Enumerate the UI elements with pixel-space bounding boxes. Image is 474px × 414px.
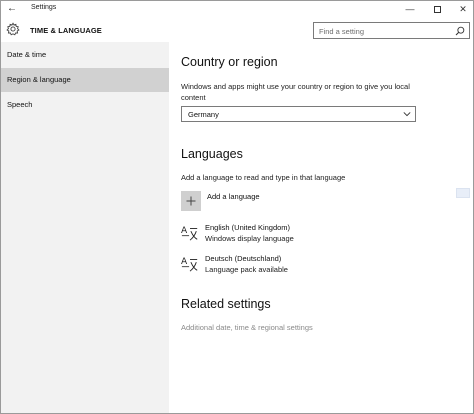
language-name: English (United Kingdom)	[205, 223, 291, 232]
back-arrow-icon[interactable]: ←	[5, 3, 19, 15]
sidebar-item-date-time[interactable]: Date & time	[1, 43, 169, 67]
add-language-label: Add a language	[207, 192, 260, 201]
sidebar-item-speech[interactable]: Speech	[1, 93, 169, 117]
language-item-deutsch[interactable]: A Deutsch (Deutschland) Language pack av…	[181, 253, 381, 277]
languages-heading: Languages	[181, 147, 243, 161]
svg-text:A: A	[181, 226, 188, 236]
add-language-button[interactable]: Add a language	[181, 190, 301, 212]
page-title: TIME & LANGUAGE	[30, 26, 102, 35]
sidebar-item-region-language[interactable]: Region & language	[1, 68, 169, 92]
settings-header: TIME & LANGUAGE Find a setting	[1, 17, 473, 42]
window-title: Settings	[31, 4, 57, 11]
language-item-english[interactable]: A English (United Kingdom) Windows displ…	[181, 222, 381, 246]
minimize-button[interactable]: —	[397, 2, 423, 16]
svg-text:A: A	[181, 257, 188, 267]
language-glyph-icon: A	[181, 257, 198, 272]
language-status: Language pack available	[205, 265, 288, 274]
chevron-down-icon	[403, 112, 411, 117]
country-description: Windows and apps might use your country …	[181, 82, 410, 102]
country-dropdown[interactable]: Germany	[181, 106, 416, 122]
language-glyph-icon: A	[181, 226, 198, 241]
language-status: Windows display language	[205, 234, 294, 243]
related-settings-heading: Related settings	[181, 297, 271, 311]
country-value: Germany	[188, 110, 219, 119]
related-settings-link[interactable]: Additional date, time & regional setting…	[181, 323, 313, 332]
search-icon[interactable]	[455, 26, 465, 36]
country-heading: Country or region	[181, 55, 278, 69]
languages-description: Add a language to read and type in that …	[181, 173, 346, 182]
search-placeholder: Find a setting	[319, 27, 365, 36]
gear-icon	[6, 22, 20, 36]
sidebar: Date & time Region & language Speech	[1, 42, 169, 413]
title-bar: ← Settings — ✕	[1, 1, 473, 17]
close-button[interactable]: ✕	[450, 2, 473, 16]
language-name: Deutsch (Deutschland)	[205, 254, 282, 263]
side-tab-indicator	[456, 188, 470, 198]
search-input[interactable]: Find a setting	[313, 22, 470, 39]
maximize-button[interactable]	[424, 2, 450, 16]
maximize-icon	[433, 6, 441, 14]
main-content: Country or region Windows and apps might…	[169, 42, 473, 413]
settings-window: ← Settings — ✕ TIME & LANGUAGE Find a se…	[0, 0, 474, 414]
plus-icon	[181, 191, 201, 211]
